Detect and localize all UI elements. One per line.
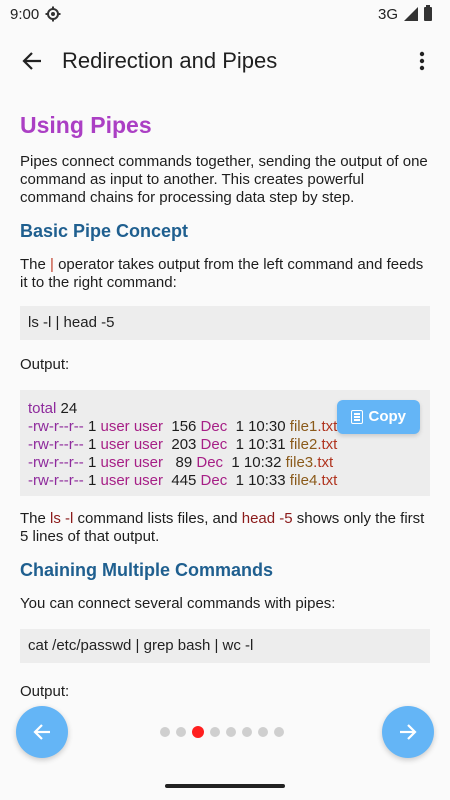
next-page-button[interactable]	[382, 706, 434, 758]
output-label-2: Output:	[20, 683, 70, 700]
extension-text: .txt	[317, 472, 338, 489]
owner-text: user user	[100, 454, 164, 471]
link-count-text: 1	[83, 454, 101, 471]
section-title-chaining: Chaining Multiple Commands	[20, 560, 274, 580]
size-text: 156	[163, 418, 201, 435]
permission-text: total	[28, 400, 57, 417]
page-title: Redirection and Pipes	[62, 48, 278, 73]
extension-text: .txt	[317, 436, 338, 453]
permission-text: -rw-r--r--	[28, 472, 84, 489]
output-code-block[interactable]: total 24 -rw-r--r-- 1 user user 156 Dec 1…	[20, 390, 430, 496]
intro-paragraph: Pipes connect commands together, sending…	[20, 153, 428, 206]
previous-page-button[interactable]	[16, 706, 68, 758]
pipe-operator-paragraph: The | operator takes output from the lef…	[20, 256, 430, 292]
owner-text: user user	[100, 418, 164, 435]
output-line: -rw-r--r-- 1 user user 203 Dec 1 10:31 f…	[28, 436, 422, 454]
size-text: 203	[163, 436, 201, 453]
size-text: 89	[163, 454, 197, 471]
home-indicator[interactable]	[165, 784, 285, 788]
time-text: 1 10:32	[223, 454, 286, 471]
page-dot-active	[192, 726, 204, 738]
extension-text: .txt	[313, 454, 334, 471]
status-right: 3G	[377, 5, 432, 23]
status-time: 9:00	[10, 5, 40, 23]
back-button[interactable]	[14, 43, 50, 79]
arrow-right-icon	[400, 724, 417, 740]
time-text: 1 10:30	[227, 418, 290, 435]
command-example-2[interactable]: cat /etc/passwd | grep bash | wc -l	[20, 629, 430, 663]
status-bar: 9:00 3G	[0, 0, 450, 28]
time-text: 1 10:31	[227, 436, 290, 453]
text-fragment: The	[20, 510, 51, 527]
owner-text: user user	[100, 472, 164, 489]
app-bar: Redirection and Pipes	[0, 28, 450, 94]
inline-command: head -5	[241, 510, 293, 527]
more-vert-icon	[419, 51, 425, 71]
permission-text: -rw-r--r--	[28, 418, 84, 435]
extension-text: .txt	[317, 418, 338, 435]
page-dot	[274, 727, 284, 737]
output-line: -rw-r--r-- 1 user user 89 Dec 1 10:32 fi…	[28, 454, 422, 472]
filename-text: file1	[289, 418, 318, 435]
filename-text: file2	[289, 436, 318, 453]
page-dot	[160, 727, 170, 737]
text-fragment: operator takes output from the left comm…	[20, 256, 424, 291]
month-text: Dec	[200, 472, 228, 489]
page-dot	[176, 727, 186, 737]
copy-label: Copy	[368, 408, 407, 425]
explain-paragraph: The ls -l command lists files, and head …	[20, 510, 430, 546]
permission-text: -rw-r--r--	[28, 454, 84, 471]
page-dot	[242, 727, 252, 737]
page-indicator	[160, 726, 284, 738]
page-dot	[258, 727, 268, 737]
month-text: Dec	[196, 454, 224, 471]
output-line: -rw-r--r-- 1 user user 445 Dec 1 10:33 f…	[28, 472, 422, 490]
time-text: 1 10:33	[227, 472, 290, 489]
network-type: 3G	[377, 5, 398, 23]
link-count-text: 1	[83, 472, 101, 489]
status-left: 9:00	[10, 6, 61, 23]
link-count-text: 1	[83, 418, 101, 435]
link-count-text: 24	[56, 400, 78, 417]
owner-text: user user	[100, 436, 164, 453]
chaining-paragraph: You can connect several commands with pi…	[20, 595, 336, 612]
arrow-left-icon	[33, 724, 50, 740]
page-dot	[226, 727, 236, 737]
filename-text: file3	[285, 454, 314, 471]
copy-button[interactable]: Copy	[336, 400, 420, 434]
month-text: Dec	[200, 418, 228, 435]
lesson-content[interactable]: Using Pipes Pipes connect commands toget…	[0, 94, 450, 700]
settings-gear-icon	[45, 6, 61, 22]
inline-command: ls -l	[50, 510, 74, 527]
month-text: Dec	[200, 436, 228, 453]
filename-text: file4	[289, 472, 318, 489]
page-dot	[210, 727, 220, 737]
output-label-1: Output:	[20, 356, 70, 373]
lesson-heading: Using Pipes	[20, 112, 152, 138]
clipboard-icon	[350, 410, 363, 424]
battery-icon	[424, 5, 432, 21]
signal-icon	[404, 7, 418, 21]
section-title-basic: Basic Pipe Concept	[20, 221, 189, 241]
command-example-1[interactable]: ls -l | head -5	[20, 306, 430, 340]
text-fragment: The	[20, 256, 51, 273]
more-options-button[interactable]	[406, 43, 438, 79]
size-text: 445	[163, 472, 201, 489]
arrow-left-icon	[22, 52, 41, 70]
permission-text: -rw-r--r--	[28, 436, 84, 453]
text-fragment: command lists files, and	[73, 510, 242, 527]
link-count-text: 1	[83, 436, 101, 453]
